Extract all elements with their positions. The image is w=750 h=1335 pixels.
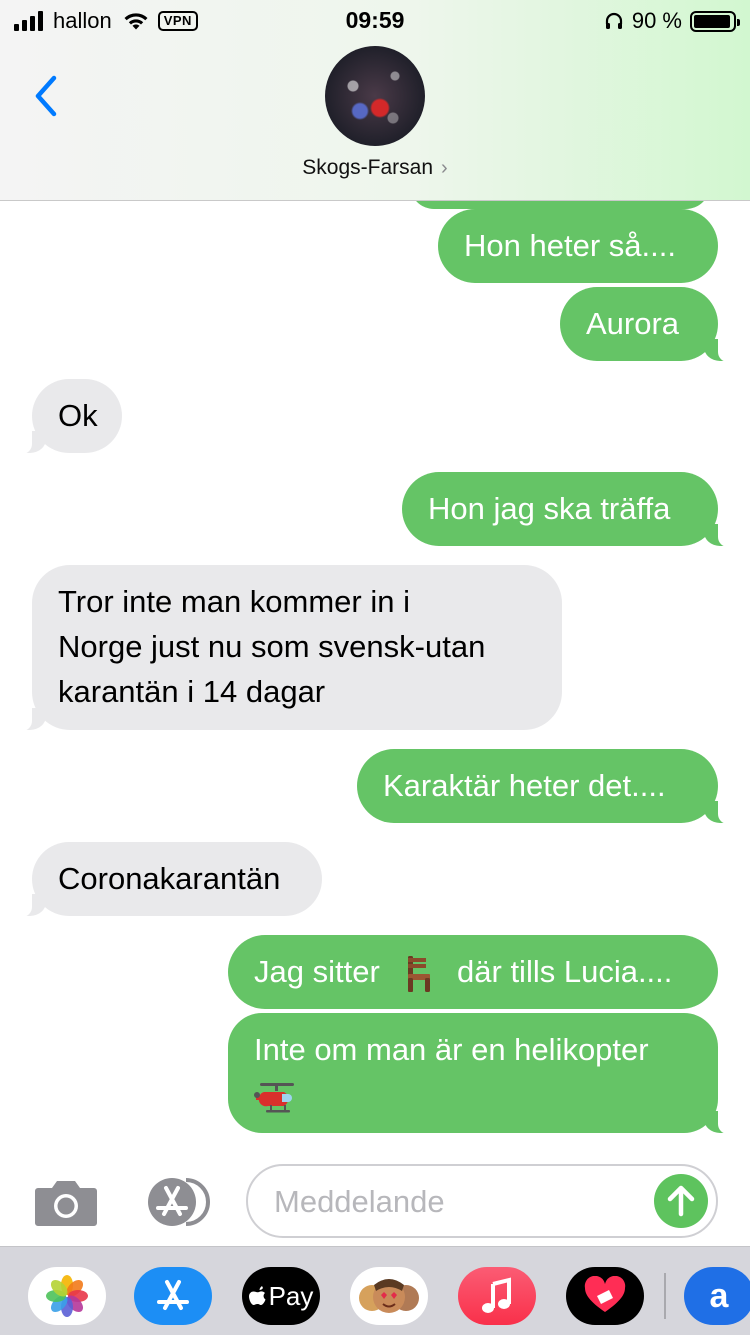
app-store-drawer-icon[interactable] <box>140 1176 214 1228</box>
compose-bar <box>0 1150 750 1246</box>
chevron-right-icon: › <box>441 157 448 179</box>
message-text: Inte om man är en helikopter <box>254 1032 649 1067</box>
message-field[interactable] <box>246 1164 718 1238</box>
contact-avatar[interactable] <box>325 46 425 146</box>
apple-pay-label: Pay <box>268 1280 314 1311</box>
send-button[interactable] <box>654 1174 708 1228</box>
app-store-a-icon <box>157 1280 189 1310</box>
message-bubble-outgoing[interactable]: Hon heter så.... <box>438 209 718 283</box>
amazon-label: a <box>709 1276 729 1315</box>
message-text: där tills Lucia.... <box>457 954 673 989</box>
contact-name-button[interactable]: Skogs-Farsan › <box>0 156 750 180</box>
photos-app-icon[interactable] <box>28 1267 106 1325</box>
app-store-app-icon[interactable] <box>134 1267 212 1325</box>
battery-icon <box>690 10 740 32</box>
message-text-line: Tror inte man kommer in i <box>58 584 410 619</box>
message-bubble-outgoing[interactable]: Hon jag ska träffa <box>402 472 738 547</box>
apple-logo-icon <box>248 1286 266 1305</box>
memoji-faces-icon <box>359 1279 419 1313</box>
message-text: Aurora <box>586 306 680 341</box>
message-input[interactable] <box>272 1166 636 1238</box>
message-list[interactable]: Hon heter så.... Aurora Ok Hon jag ska t… <box>0 201 750 1146</box>
photos-flower-icon <box>46 1275 88 1317</box>
message-text: Karaktär heter det.... <box>383 768 666 803</box>
message-bubble-outgoing[interactable]: Jag sitter där tills Lucia.... <box>228 935 718 1009</box>
status-bar: hallon VPN 09:59 90 % <box>0 0 750 40</box>
message-text: Coronakarantän <box>58 861 281 896</box>
heart-icon <box>584 1276 626 1312</box>
camera-icon[interactable] <box>34 1178 98 1226</box>
music-app-icon[interactable] <box>458 1267 536 1325</box>
arrow-up-icon <box>667 1185 695 1217</box>
helicopter-emoji-icon <box>254 1082 294 1113</box>
memoji-app-icon[interactable] <box>350 1267 428 1325</box>
drawer-separator <box>664 1273 666 1319</box>
music-note-icon <box>482 1277 511 1313</box>
message-text: Jag sitter <box>254 954 380 989</box>
imessage-app-drawer: Pay a <box>0 1246 750 1335</box>
message-text: Hon heter så.... <box>464 228 676 263</box>
message-bubble-outgoing-partial <box>410 201 710 209</box>
message-bubble-outgoing[interactable]: Karaktär heter det.... <box>357 749 738 824</box>
conversation-header: hallon VPN 09:59 90 % Skogs-Farsan › <box>0 0 750 201</box>
message-bubble-incoming[interactable]: Coronakarantän <box>12 842 322 917</box>
battery-percentage: 90 % <box>631 8 682 33</box>
message-bubble-outgoing[interactable]: Inte om man är en helikopter <box>228 1013 738 1134</box>
message-text: Hon jag ska träffa <box>428 491 671 526</box>
apple-pay-app-icon[interactable]: Pay <box>242 1267 320 1325</box>
back-chevron-icon[interactable] <box>30 72 62 120</box>
chair-emoji-icon <box>408 955 431 992</box>
message-bubble-incoming[interactable]: Tror inte man kommer in i Norge just nu … <box>12 565 562 731</box>
contact-name: Skogs-Farsan <box>302 156 434 179</box>
headphones-icon <box>605 12 622 29</box>
message-bubble-incoming[interactable]: Ok <box>12 379 122 454</box>
message-text-line: karantän i 14 dagar <box>58 674 326 709</box>
message-bubble-outgoing[interactable]: Aurora <box>560 287 738 362</box>
message-text-line: Norge just nu som svensk-utan <box>58 629 486 664</box>
message-text: Ok <box>58 398 98 433</box>
digital-touch-app-icon[interactable] <box>566 1267 644 1325</box>
amazon-app-icon[interactable]: a <box>684 1267 750 1325</box>
